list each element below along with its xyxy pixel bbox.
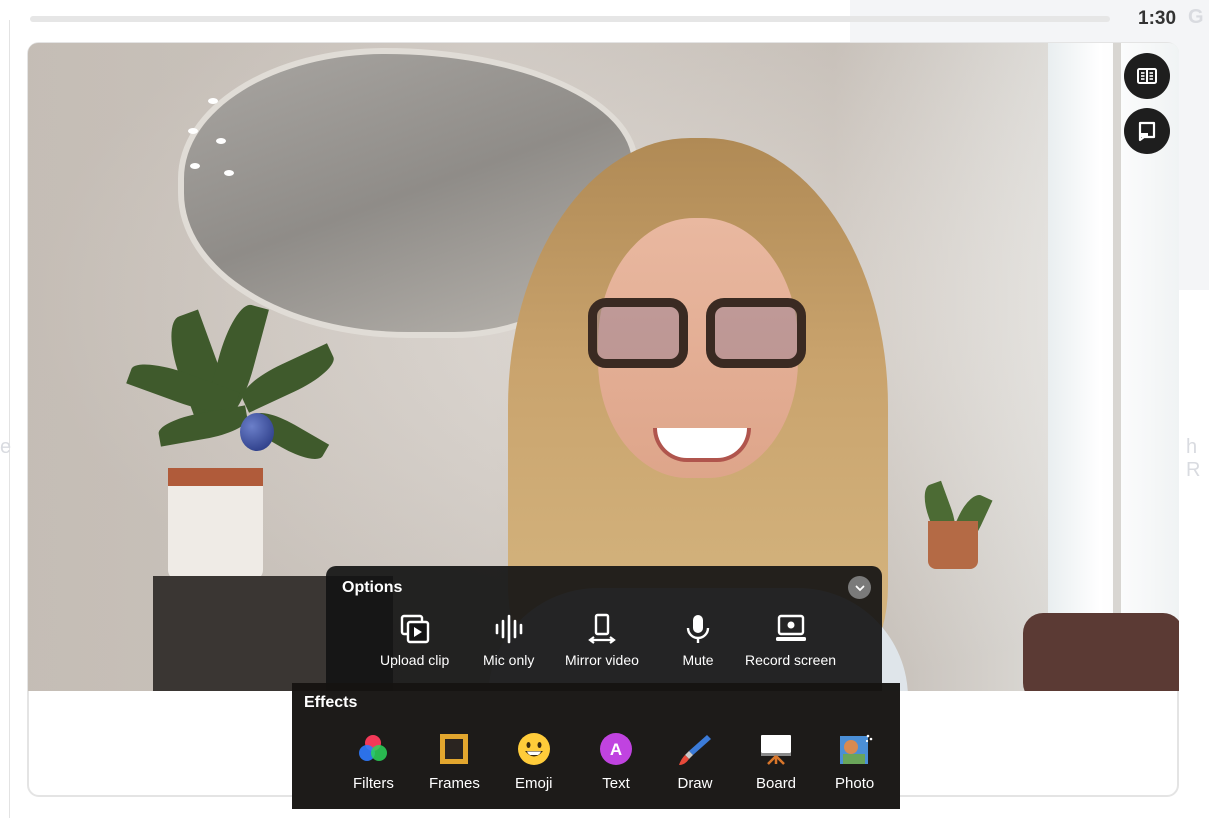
frames-button[interactable]: Frames [429, 731, 480, 792]
mic-only-button[interactable]: Mic only [483, 612, 534, 668]
photo-icon [839, 734, 872, 764]
text-label: Text [602, 775, 630, 792]
board-button[interactable]: Board [756, 731, 796, 792]
teleprompter-icon [1138, 121, 1156, 142]
emoji-button[interactable]: Emoji [515, 731, 553, 792]
notes-icon [1137, 68, 1157, 84]
filters-button[interactable]: Filters [353, 731, 394, 792]
chevron-down-icon [855, 585, 864, 591]
draw-label: Draw [677, 775, 713, 792]
background-text-fragment: e [0, 436, 12, 458]
mirror-video-button[interactable]: Mirror video [565, 612, 639, 668]
photo-button[interactable]: Photo [835, 731, 874, 792]
effects-title: Effects [304, 694, 358, 711]
record-screen-label: Record screen [745, 652, 837, 668]
cushion [1023, 613, 1179, 691]
filters-label: Filters [353, 775, 394, 792]
small-plant-pot [928, 521, 978, 569]
options-panel: Options Upload clip Mic only Mirror vide… [326, 566, 882, 691]
window-frame [1113, 43, 1121, 691]
record-screen-icon [775, 614, 806, 641]
filters-icon [359, 735, 388, 761]
mirror-video-label: Mirror video [565, 652, 639, 668]
background-text-fragment: G [1188, 6, 1204, 28]
upload-clip-button[interactable]: Upload clip [380, 612, 449, 668]
upload-clip-label: Upload clip [380, 652, 450, 668]
draw-button[interactable]: Draw [677, 731, 713, 792]
page-divider [9, 20, 10, 818]
options-title: Options [342, 579, 403, 596]
effects-panel: Effects Filters Frames Emoji A Text Draw… [292, 683, 900, 809]
recording-time-limit: 1:30 [1138, 8, 1177, 29]
upload-clip-icon [400, 614, 429, 644]
photo-label: Photo [835, 775, 875, 792]
blue-glass-vase [240, 413, 274, 451]
microphone-icon [686, 615, 710, 643]
draw-icon [679, 735, 711, 765]
frames-label: Frames [429, 775, 480, 792]
plant-pot [168, 468, 263, 580]
mirror-reflections [188, 98, 234, 198]
notes-button[interactable] [1124, 53, 1170, 99]
presenter-glasses [588, 298, 813, 368]
text-icon: A [600, 733, 632, 765]
record-screen-button[interactable]: Record screen [745, 612, 836, 668]
mute-label: Mute [682, 652, 714, 668]
collapse-options-button[interactable] [848, 576, 871, 599]
emoji-icon [517, 733, 550, 765]
recording-progress-bar [30, 16, 1110, 22]
teleprompter-button[interactable] [1124, 108, 1170, 154]
frames-icon [440, 734, 469, 764]
background-text-fragment: h R [1186, 436, 1201, 481]
mic-only-icon [495, 614, 522, 644]
emoji-label: Emoji [515, 775, 553, 792]
mirror-video-icon [588, 613, 616, 644]
text-icon-letter: A [610, 740, 622, 759]
mic-only-label: Mic only [483, 652, 535, 668]
mute-button[interactable]: Mute [681, 612, 715, 668]
board-icon [761, 735, 792, 765]
text-button[interactable]: A Text [598, 731, 634, 792]
board-label: Board [756, 775, 797, 792]
